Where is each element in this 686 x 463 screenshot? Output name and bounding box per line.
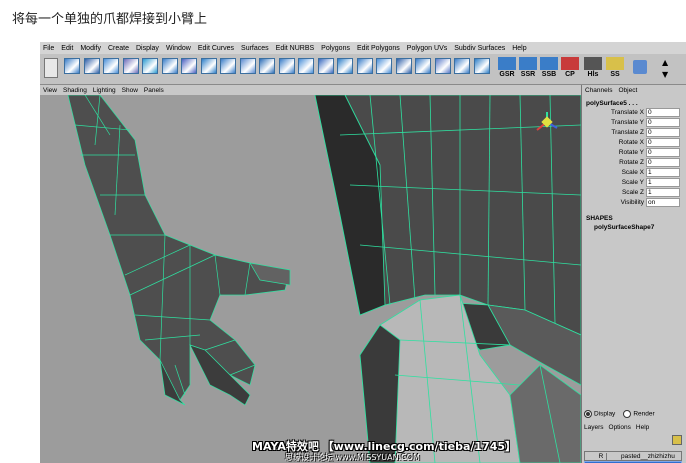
shelf-tool-icon[interactable] bbox=[317, 58, 334, 74]
attr-scale-x[interactable]: Scale X1 bbox=[582, 167, 686, 177]
menu-edit-curves[interactable]: Edit Curves bbox=[198, 45, 234, 52]
render-radio[interactable]: Render bbox=[623, 410, 655, 418]
shelf-tool-icon[interactable] bbox=[239, 58, 256, 74]
menu-file[interactable]: File bbox=[43, 45, 54, 52]
layer-menu-help[interactable]: Help bbox=[636, 424, 649, 431]
menu-create[interactable]: Create bbox=[108, 45, 129, 52]
shelf-menu-icon[interactable] bbox=[44, 58, 58, 78]
layer-row-pasted[interactable]: R pasted__zhizhizhu bbox=[584, 451, 682, 461]
viewport-menu-bar: View Shading Lighting Show Panels bbox=[40, 85, 584, 95]
shelf-ssb-button[interactable]: SSB bbox=[540, 57, 558, 81]
channel-box: Channels Object polySurface5 . . . Trans… bbox=[581, 85, 686, 463]
attr-translate-x[interactable]: Translate X0 bbox=[582, 107, 686, 117]
attr-visibility[interactable]: Visibility on bbox=[582, 197, 686, 207]
shelf-tool-icon[interactable] bbox=[473, 58, 490, 74]
layer-render-toggle[interactable]: R bbox=[596, 452, 607, 460]
shelf-arrow-down-icon[interactable]: ▼ bbox=[662, 70, 668, 79]
shelf-tool-icon[interactable] bbox=[83, 58, 100, 74]
shelf-tool-icon[interactable] bbox=[103, 58, 119, 74]
attr-rotate-z[interactable]: Rotate Z0 bbox=[582, 157, 686, 167]
tab-channels[interactable]: Channels bbox=[585, 87, 612, 94]
shelf-tool-icon[interactable] bbox=[220, 58, 236, 74]
object-name[interactable]: polySurface5 . . . bbox=[582, 100, 686, 107]
shelf-tool-icon[interactable] bbox=[122, 58, 139, 74]
menu-edit-nurbs[interactable]: Edit NURBS bbox=[276, 45, 315, 52]
menu-subdiv-surfaces[interactable]: Subdiv Surfaces bbox=[454, 45, 505, 52]
shelf-tool-icon[interactable] bbox=[376, 58, 392, 74]
hand-mesh bbox=[67, 95, 291, 406]
shelf-tool-icon[interactable] bbox=[434, 58, 451, 74]
shape-name[interactable]: polySurfaceShape7 bbox=[582, 224, 686, 231]
menu-edit-polygons[interactable]: Edit Polygons bbox=[357, 45, 400, 52]
shelf-gear-icon[interactable] bbox=[633, 60, 647, 74]
vp-menu-panels[interactable]: Panels bbox=[144, 87, 164, 94]
shelf-tool-icon[interactable] bbox=[181, 58, 197, 74]
shelf-cp-button[interactable]: CP bbox=[561, 57, 579, 81]
shelf-tool-icon[interactable] bbox=[259, 58, 275, 74]
caption: 将每一个单独的爪都焊接到小臂上 bbox=[12, 12, 208, 27]
shelf: GSR SSR SSB CP Hls SS ▲ ▼ bbox=[40, 54, 686, 85]
display-render-toggle: Display Render bbox=[584, 410, 655, 418]
shelf-tool-icon[interactable] bbox=[64, 58, 80, 74]
shelf-tool-icon[interactable] bbox=[161, 58, 178, 74]
menu-surfaces[interactable]: Surfaces bbox=[241, 45, 269, 52]
arm-mesh bbox=[314, 95, 581, 463]
vp-menu-shading[interactable]: Shading bbox=[63, 87, 87, 94]
attr-translate-z[interactable]: Translate Z0 bbox=[582, 127, 686, 137]
viewport-scene bbox=[67, 95, 581, 463]
layer-menu-options[interactable]: Options bbox=[609, 424, 631, 431]
menu-modify[interactable]: Modify bbox=[80, 45, 101, 52]
layer-menu: Layers Options Help bbox=[584, 424, 649, 431]
shelf-arrow-icon[interactable]: ▲ bbox=[662, 58, 668, 67]
channel-box-tabs: Channels Object bbox=[582, 85, 686, 96]
shapes-header: SHAPES bbox=[586, 215, 613, 222]
menu-display[interactable]: Display bbox=[136, 45, 159, 52]
shelf-ss-button[interactable]: SS bbox=[606, 57, 624, 81]
menu-bar: File Edit Modify Create Display Window E… bbox=[40, 42, 686, 54]
attr-rotate-x[interactable]: Rotate X0 bbox=[582, 137, 686, 147]
shelf-gsr-button[interactable]: GSR bbox=[498, 57, 516, 81]
shelf-tool-icon[interactable] bbox=[337, 58, 353, 74]
shelf-tool-icon[interactable] bbox=[142, 58, 158, 74]
shelf-tool-icon[interactable] bbox=[395, 58, 412, 74]
shelf-tool-icon[interactable] bbox=[298, 58, 314, 74]
menu-polygon-uvs[interactable]: Polygon UVs bbox=[407, 45, 447, 52]
attr-rotate-y[interactable]: Rotate Y0 bbox=[582, 147, 686, 157]
attr-translate-y[interactable]: Translate Y0 bbox=[582, 117, 686, 127]
maya-window: File Edit Modify Create Display Window E… bbox=[40, 42, 686, 463]
attr-scale-y[interactable]: Scale Y1 bbox=[582, 177, 686, 187]
layer-menu-layers[interactable]: Layers bbox=[584, 424, 604, 431]
shelf-hls-button[interactable]: Hls bbox=[584, 57, 602, 81]
shelf-ssr-button[interactable]: SSR bbox=[519, 57, 537, 81]
menu-window[interactable]: Window bbox=[166, 45, 191, 52]
shelf-tool-icon[interactable] bbox=[278, 58, 295, 74]
vp-menu-view[interactable]: View bbox=[43, 87, 57, 94]
3d-viewport[interactable] bbox=[40, 95, 581, 463]
menu-edit[interactable]: Edit bbox=[61, 45, 73, 52]
menu-polygons[interactable]: Polygons bbox=[321, 45, 350, 52]
shelf-tool-icon[interactable] bbox=[356, 58, 373, 74]
layer-name[interactable]: pasted__zhizhizhu bbox=[618, 453, 675, 460]
shelf-tool-icon[interactable] bbox=[200, 58, 217, 74]
display-radio[interactable]: Display bbox=[584, 410, 615, 418]
vp-menu-show[interactable]: Show bbox=[122, 87, 138, 94]
watermark-secondary: 思缘设计论坛 www.MISSYUAN.COM bbox=[285, 453, 420, 462]
vp-menu-lighting[interactable]: Lighting bbox=[93, 87, 116, 94]
tab-object[interactable]: Object bbox=[618, 87, 637, 94]
new-layer-icon[interactable] bbox=[672, 435, 682, 445]
shelf-tool-icon[interactable] bbox=[415, 58, 431, 74]
shelf-tool-icon[interactable] bbox=[454, 58, 470, 74]
attr-scale-z[interactable]: Scale Z1 bbox=[582, 187, 686, 197]
menu-help[interactable]: Help bbox=[512, 45, 526, 52]
